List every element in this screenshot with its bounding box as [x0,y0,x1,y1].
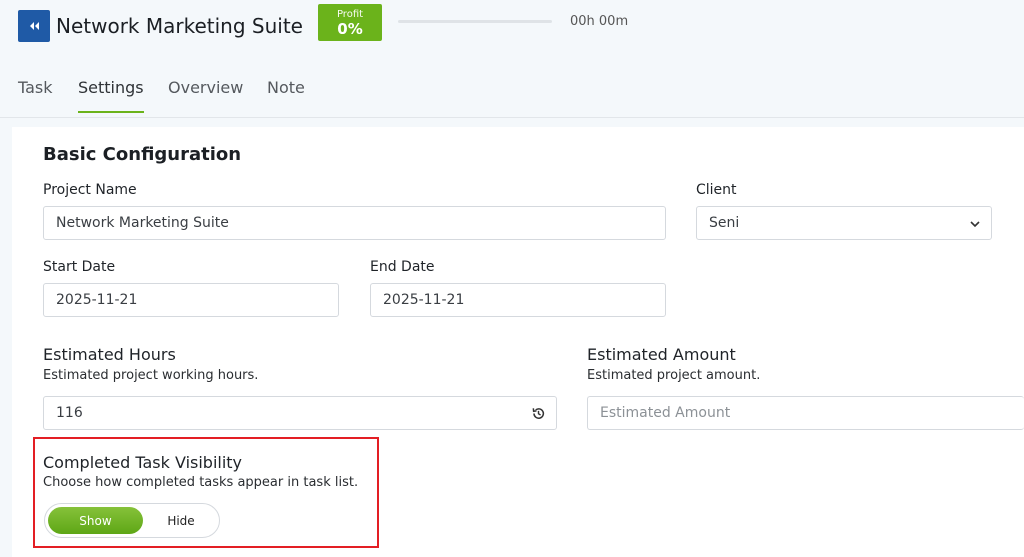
estimated-hours-input[interactable]: 116 [43,396,557,430]
end-date-input[interactable]: 2025-11-21 [370,283,666,317]
history-reset-icon[interactable] [531,406,546,421]
client-value: Seni [709,215,740,231]
tab-task[interactable]: Task [18,78,53,111]
estimated-hours-label: Estimated Hours [43,345,176,364]
client-label: Client [696,182,737,198]
end-date-label: End Date [370,259,435,275]
end-date-value: 2025-11-21 [383,292,465,308]
estimated-amount-input[interactable]: Estimated Amount [587,396,1024,430]
client-select[interactable]: Seni [696,206,992,240]
project-header: Network Marketing Suite Profit 0% 00h 00… [0,0,1024,60]
profit-value: 0% [337,20,363,38]
completed-visibility-title: Completed Task Visibility [43,453,243,472]
completed-visibility-help: Choose how completed tasks appear in tas… [43,475,359,490]
estimated-hours-value: 116 [56,405,83,421]
estimated-amount-help: Estimated project amount. [587,368,761,383]
tab-settings[interactable]: Settings [78,78,144,113]
start-date-input[interactable]: 2025-11-21 [43,283,339,317]
start-date-value: 2025-11-21 [56,292,138,308]
estimated-hours-help: Estimated project working hours. [43,368,259,383]
show-toggle-option[interactable]: Show [48,507,143,534]
section-title: Basic Configuration [43,144,242,165]
visibility-toggle: Show Hide [44,503,220,538]
profit-label: Profit [336,9,364,20]
settings-card: Basic Configuration Project Name Network… [12,127,1024,557]
estimated-amount-placeholder: Estimated Amount [600,405,731,421]
hide-toggle-option[interactable]: Hide [145,507,217,534]
project-name-value: Network Marketing Suite [56,215,229,231]
project-title: Network Marketing Suite [56,14,303,38]
chevron-down-icon [970,221,980,228]
tab-overview[interactable]: Overview [168,78,243,111]
project-name-label: Project Name [43,182,137,198]
project-name-input[interactable]: Network Marketing Suite [43,206,666,240]
double-chevron-left-icon [30,22,39,30]
time-tracked: 00h 00m [570,14,629,29]
progress-bar [398,20,552,23]
back-button[interactable] [18,10,50,42]
start-date-label: Start Date [43,259,116,275]
profit-badge: Profit 0% [318,4,382,41]
estimated-amount-label: Estimated Amount [587,345,736,364]
tab-note[interactable]: Note [267,78,305,111]
tab-bar: Task Settings Overview Note [0,72,1024,118]
